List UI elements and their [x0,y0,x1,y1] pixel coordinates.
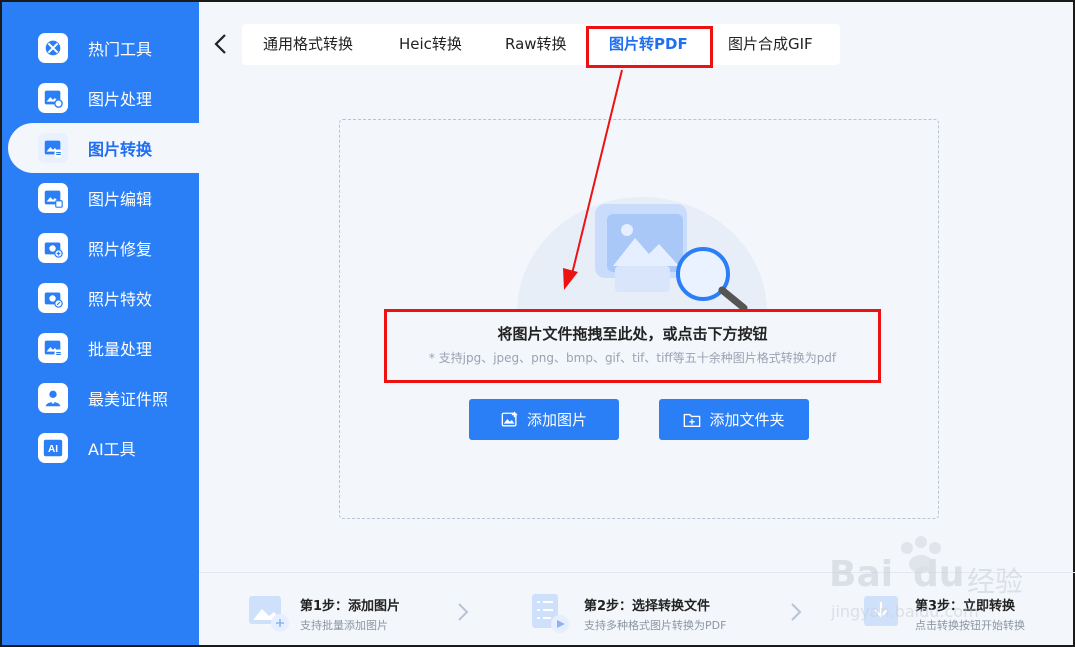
watermark-brand: Bai [829,554,894,595]
sidebar-item-ai-tools[interactable]: AI AI工具 [8,423,199,473]
chevron-left-icon [214,34,226,54]
tab-general-convert[interactable]: 通用格式转换 [263,24,353,65]
add-folder-label: 添加文件夹 [709,411,785,429]
step1-add-image-icon [249,596,289,632]
tab-image-to-gif[interactable]: 图片合成GIF [728,24,813,65]
step1-desc: 支持批量添加图片 [300,619,388,632]
photo-repair-icon [38,233,68,263]
sidebar-item-label: 照片修复 [88,240,153,259]
add-image-icon [501,411,518,427]
sidebar-item-label: 照片特效 [88,290,153,309]
dropzone-title: 将图片文件拖拽至此处，或点击下方按钮 [497,325,768,343]
image-edit-icon [38,183,68,213]
sidebar-item-label: 批量处理 [88,340,153,359]
step1-title: 第1步：添加图片 [300,599,401,614]
sidebar-item-image-edit[interactable]: 图片编辑 [8,173,199,223]
sidebar-item-label: AI工具 [88,440,136,459]
tab-heic-convert[interactable]: Heic转换 [399,24,462,65]
svg-text:AI: AI [48,444,58,455]
watermark-brand2: du [913,554,965,595]
ai-icon: AI [38,433,68,463]
watermark-brand-cn: 经验 [967,565,1024,598]
dropzone-hint: * 支持jpg、jpeg、png、bmp、gif、tif、tiff等五十余种图片… [428,351,837,365]
sidebar-item-batch[interactable]: 批量处理 [8,323,199,373]
sidebar-item-id-photo[interactable]: 最美证件照 [8,373,199,423]
image-search-illustration [517,197,767,312]
sidebar-item-hot-tools[interactable]: 热门工具 [8,23,199,73]
sidebar-item-image-convert[interactable]: 图片转换 [8,123,199,173]
sidebar-item-label: 图片转换 [88,140,153,159]
tab-image-to-pdf[interactable]: 图片转PDF [609,24,688,65]
add-folder-icon [684,413,701,427]
tab-bar: 通用格式转换 Heic转换 Raw转换 图片转PDF 图片合成GIF [242,24,840,65]
step2-desc: 支持多种格式图片转换为PDF [584,619,727,632]
step2-title: 第2步：选择转换文件 [584,599,711,614]
sidebar-item-label: 最美证件照 [88,390,169,409]
chevron-right-icon [791,603,802,621]
step3-title: 第3步：立即转换 [915,599,1016,614]
sidebar: 热门工具 图片处理 图片转换 图片编辑 照片修复 照片特效 批量处理 最美证件照… [2,2,199,645]
step3-convert-icon [864,596,898,626]
photo-effect-icon [38,283,68,313]
add-folder-button[interactable]: 添加文件夹 [659,399,809,440]
sidebar-item-label: 图片处理 [88,90,153,109]
annotation-box-dropzone-text [384,309,881,383]
steps-divider [199,572,1075,573]
chevron-right-icon [458,603,469,621]
sidebar-item-photo-repair[interactable]: 照片修复 [8,223,199,273]
tab-raw-convert[interactable]: Raw转换 [505,24,567,65]
add-image-button[interactable]: 添加图片 [469,399,619,440]
batch-icon [38,333,68,363]
id-photo-icon [38,383,68,413]
step3-desc: 点击转换按钮开始转换 [915,619,1025,632]
image-process-icon [38,83,68,113]
sidebar-item-image-process[interactable]: 图片处理 [8,73,199,123]
sidebar-item-label: 热门工具 [88,40,153,59]
add-image-label: 添加图片 [526,411,587,429]
sidebar-item-label: 图片编辑 [88,190,153,209]
tools-icon [38,33,68,63]
back-button[interactable] [210,32,232,56]
step2-select-file-icon [532,594,569,633]
sidebar-item-photo-effect[interactable]: 照片特效 [8,273,199,323]
image-convert-icon [38,133,68,163]
